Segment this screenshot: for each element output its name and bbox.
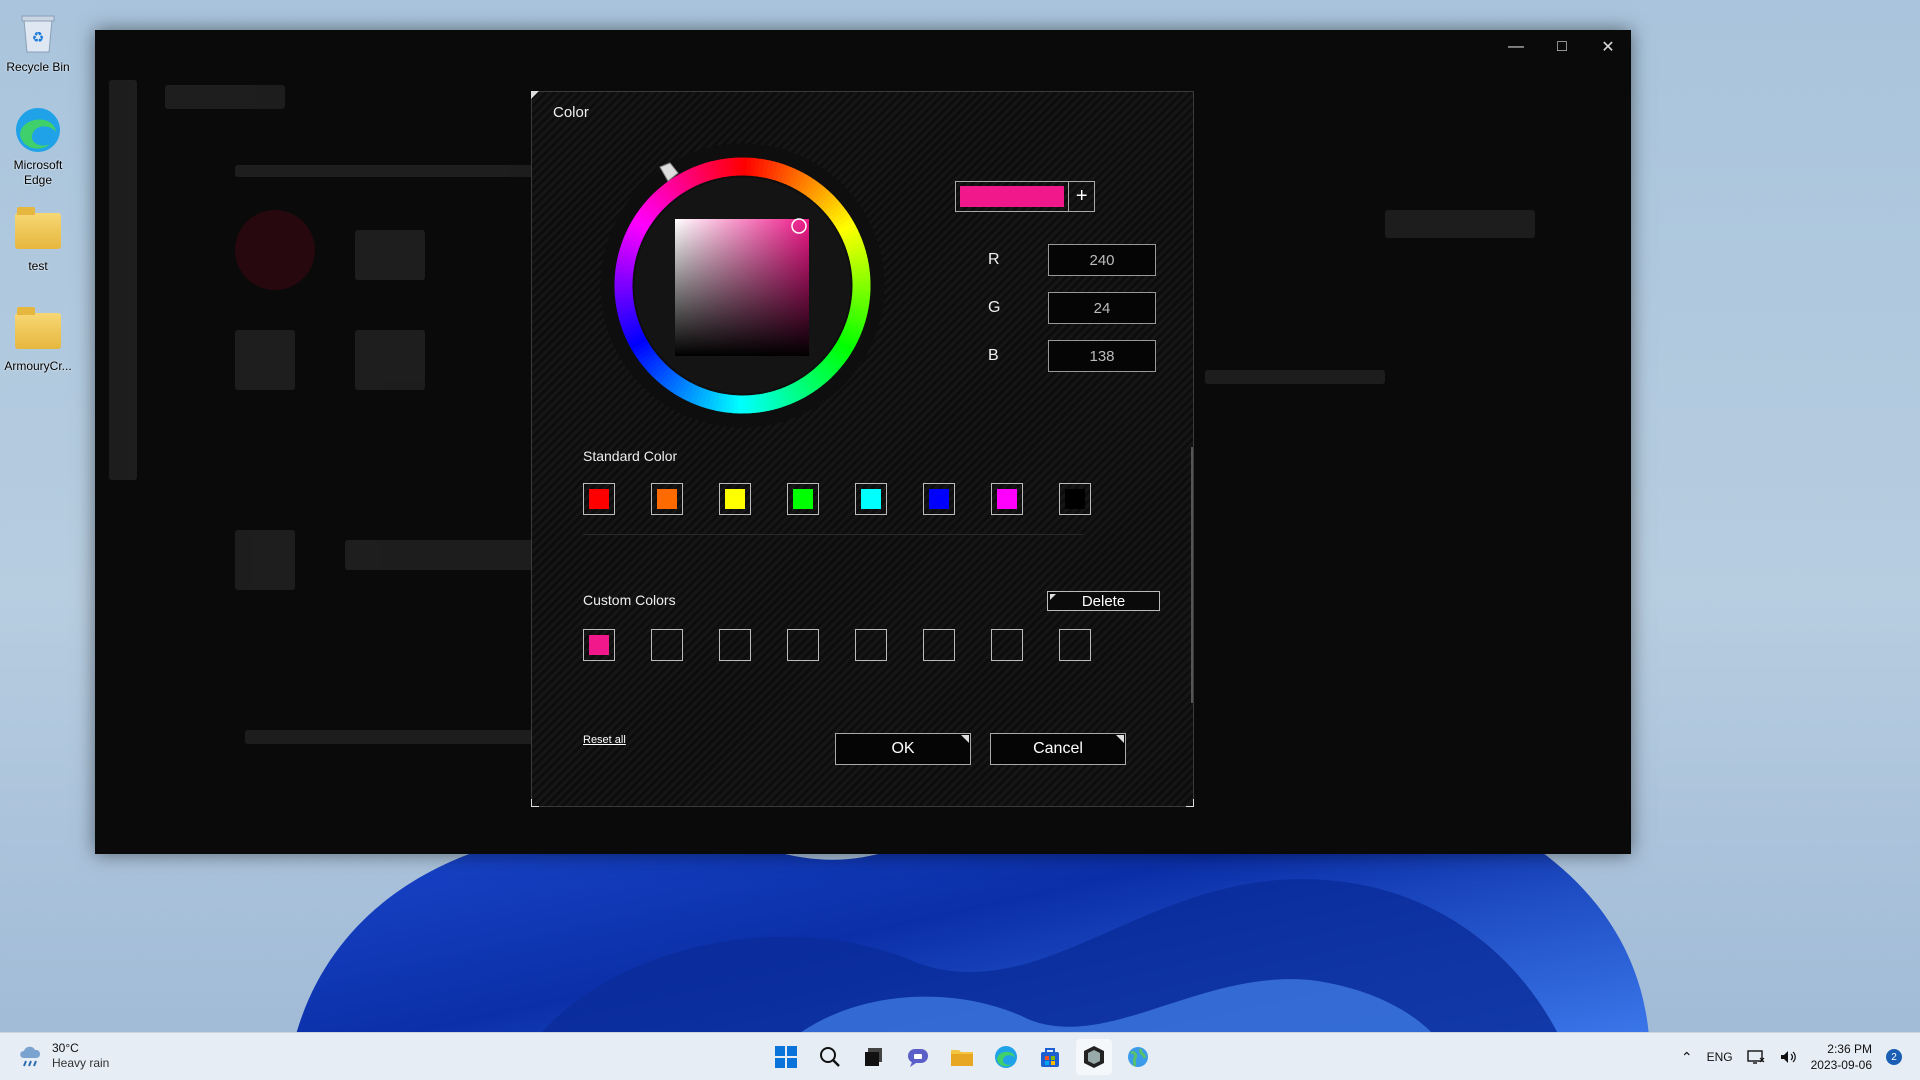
volume-icon[interactable] (1779, 1049, 1797, 1065)
globe-app-button[interactable] (1120, 1039, 1156, 1075)
ok-button[interactable]: OK (835, 733, 971, 765)
custom-color-swatch[interactable] (719, 629, 751, 661)
standard-color-swatch[interactable] (923, 483, 955, 515)
dialog-corner-mark (1186, 799, 1194, 807)
start-button[interactable] (768, 1039, 804, 1075)
standard-color-swatch[interactable] (855, 483, 887, 515)
clock-date: 2023-09-06 (1810, 1058, 1872, 1072)
armoury-crate-taskbar-button[interactable] (1076, 1039, 1112, 1075)
language-indicator[interactable]: ENG (1707, 1050, 1733, 1064)
chat-button[interactable] (900, 1039, 936, 1075)
custom-color-swatch[interactable] (855, 629, 887, 661)
blue-row: B 138 (988, 340, 1156, 372)
desktop-icon-armoury[interactable]: ArmouryCr... (0, 305, 76, 374)
clock[interactable]: 2:36 PM 2023-09-06 (1811, 1041, 1872, 1073)
red-label: R (988, 251, 1000, 268)
edge-taskbar-button[interactable] (988, 1039, 1024, 1075)
taskbar: 30°C Heavy rain ⌃ ENG 2:36 PM 2023-09-06… (0, 1032, 1920, 1080)
standard-color-label: Standard Color (583, 448, 678, 464)
custom-color-swatch[interactable] (991, 629, 1023, 661)
edge-icon (995, 1046, 1017, 1068)
taskbar-apps (768, 1039, 1156, 1075)
green-input[interactable]: 24 (1048, 292, 1156, 324)
custom-color-swatch[interactable] (651, 629, 683, 661)
folder-icon (12, 205, 64, 257)
standard-color-swatch[interactable] (651, 483, 683, 515)
standard-color-swatch[interactable] (991, 483, 1023, 515)
custom-colors-label: Custom Colors (583, 592, 676, 608)
recycle-bin-icon: ♻ (12, 6, 64, 58)
desktop-icon-test[interactable]: test (0, 205, 76, 274)
armoury-crate-icon (1084, 1046, 1104, 1068)
minimize-button[interactable]: — (1493, 30, 1539, 64)
task-view-icon (865, 1048, 882, 1066)
chevron-up-icon[interactable]: ⌃ (1681, 1049, 1693, 1066)
custom-color-swatch[interactable] (1059, 629, 1091, 661)
blue-input[interactable]: 138 (1048, 340, 1156, 372)
notification-badge[interactable]: 2 (1886, 1049, 1902, 1065)
folder-icon (12, 305, 64, 357)
dialog-corner-mark (531, 799, 539, 807)
chat-icon (908, 1049, 928, 1067)
system-tray: ⌃ ENG 2:36 PM 2023-09-06 2 (1681, 1033, 1902, 1080)
green-row: G 24 (988, 292, 1156, 324)
window-controls: — □ ✕ (1493, 30, 1631, 64)
desktop-icon-edge[interactable]: Microsoft Edge (0, 104, 76, 188)
red-row: R 240 (988, 244, 1156, 276)
red-input[interactable]: 240 (1048, 244, 1156, 276)
color-wheel[interactable] (600, 143, 885, 428)
windows-logo-icon (775, 1046, 797, 1068)
weather-text: Heavy rain (52, 1056, 110, 1070)
network-icon[interactable] (1746, 1049, 1765, 1065)
custom-color-swatch[interactable] (923, 629, 955, 661)
standard-color-swatch[interactable] (787, 483, 819, 515)
weather-widget[interactable]: 30°C Heavy rain (18, 1041, 109, 1071)
store-icon (1041, 1048, 1059, 1067)
section-divider (583, 534, 1083, 535)
weather-rain-icon (20, 1046, 41, 1067)
standard-color-swatch[interactable] (719, 483, 751, 515)
close-button[interactable]: ✕ (1585, 30, 1631, 64)
file-explorer-button[interactable] (944, 1039, 980, 1075)
cancel-button[interactable]: Cancel (990, 733, 1126, 765)
standard-color-swatch[interactable] (583, 483, 615, 515)
dialog-title: Color (553, 104, 589, 121)
custom-color-swatch[interactable] (787, 629, 819, 661)
dialog-corner-mark (531, 91, 539, 99)
current-color-swatch (960, 186, 1065, 207)
reset-all-link[interactable]: Reset all (583, 734, 626, 746)
delete-button[interactable]: Delete (1047, 591, 1160, 611)
standard-color-swatch[interactable] (1059, 483, 1091, 515)
search-icon (820, 1047, 840, 1067)
file-explorer-icon (951, 1050, 973, 1066)
scrollbar[interactable] (1191, 447, 1193, 703)
task-view-button[interactable] (856, 1039, 892, 1075)
add-custom-color-button[interactable]: + (1069, 182, 1094, 211)
desktop-icon-recycle-bin[interactable]: ♻ Recycle Bin (0, 6, 76, 75)
store-button[interactable] (1032, 1039, 1068, 1075)
custom-color-swatch[interactable] (583, 629, 615, 661)
green-label: G (988, 299, 1001, 316)
color-dialog: Color + R 240 G 24 B 138 Standard Color … (531, 91, 1194, 807)
globe-icon (1128, 1047, 1148, 1068)
search-button[interactable] (812, 1039, 848, 1075)
svg-text:♻: ♻ (32, 30, 45, 46)
maximize-button[interactable]: □ (1539, 30, 1585, 64)
color-preview: + (955, 181, 1095, 212)
clock-time: 2:36 PM (1827, 1042, 1872, 1056)
edge-icon (12, 104, 64, 156)
temperature-text: 30°C (52, 1041, 79, 1055)
blue-label: B (988, 347, 999, 364)
